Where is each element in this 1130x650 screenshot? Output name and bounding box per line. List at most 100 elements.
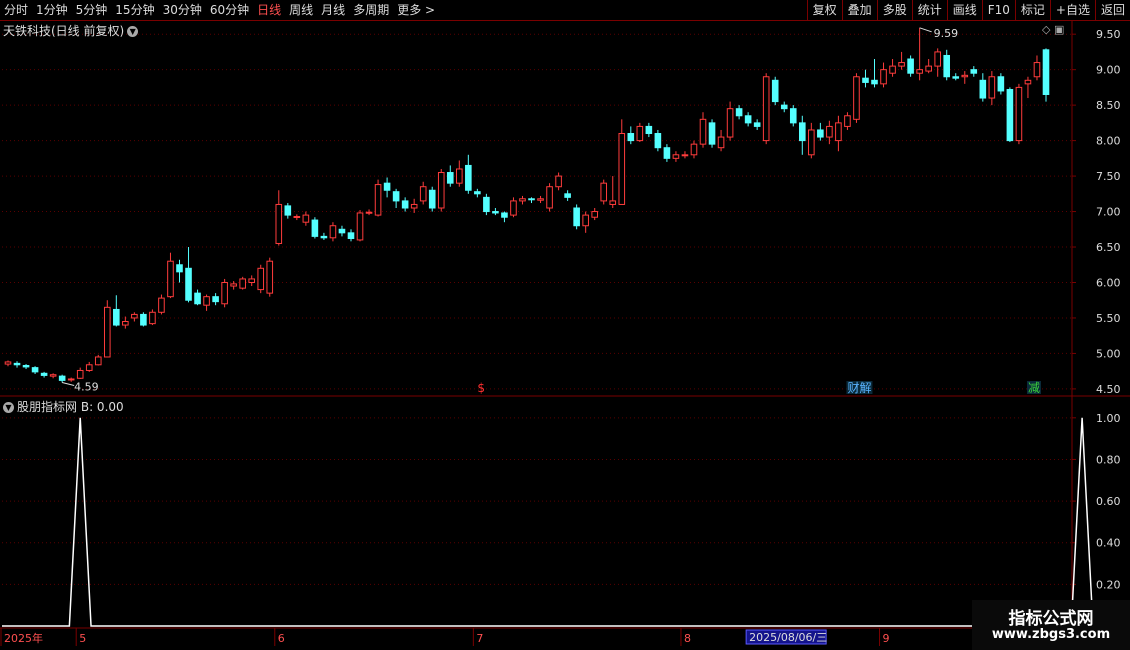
stats-button[interactable]: 统计 [911,0,947,20]
candle-body [131,313,138,319]
tab-period[interactable]: 周线 [285,0,317,20]
candle-body [483,196,490,213]
candle-body [528,198,535,201]
f10-button[interactable]: F10 [981,0,1015,20]
candle-body [889,65,896,74]
tab-period[interactable]: 15分钟 [111,0,158,20]
candle-body [735,108,743,117]
high-price-label: 9.59 [934,27,959,40]
time-axis-label: 5 [79,632,86,645]
time-axis-label: 2025年 [4,631,43,645]
candle-body [347,232,355,240]
tab-period-daily[interactable]: 日线 [253,0,285,20]
candle-body [302,214,310,223]
time-axis-label: 7 [476,632,483,645]
candle-body [573,207,580,227]
candle-body [798,122,806,142]
candle-body [1024,79,1032,85]
candle-body [365,211,373,214]
candle-body [636,125,644,142]
time-axis-label: 6 [278,632,285,645]
candle-body [672,154,680,159]
candle-body [997,76,1005,92]
back-button[interactable]: 返回 [1094,0,1130,20]
candle-body [275,203,283,244]
tab-period[interactable]: 分时 [0,0,32,20]
candle-body [618,133,626,205]
event-marker: 减 [1028,381,1040,395]
tab-period[interactable]: 1分钟 [32,0,72,20]
tab-period[interactable]: 多周期 [349,0,393,20]
candle-body [817,129,824,138]
indicator-value: B: 0.00 [80,400,124,414]
low-price-label: 4.59 [74,381,99,394]
price-tick-label: 5.00 [1096,347,1121,360]
indicator-name: 股朋指标网 [17,400,78,414]
candle-body [257,267,265,291]
candle-body [835,122,842,142]
candle-body [113,308,120,326]
tab-more[interactable]: 更多 > [393,0,439,20]
price-tick-label: 8.50 [1096,99,1121,112]
period-tabs: 分时 1分钟 5分钟 15分钟 30分钟 60分钟 日线 周线 月线 多周期 更… [0,0,439,20]
candle-body [76,369,84,379]
sub-chart-title: ▼ 股朋指标网 B: 0.00 [3,398,124,415]
time-axis-label: 9 [883,632,890,645]
main-chart-title: 天铁科技(日线 前复权) ▼ [3,22,139,39]
candle-body [311,219,319,237]
fuquan-button[interactable]: 复权 [806,0,842,20]
candle-body [501,212,508,218]
kline-chart-canvas[interactable]: 9.50 9.00 8.50 8.00 7.50 7.00 6.50 6.00 5.50 5.00… [0,0,1130,650]
tab-period[interactable]: 60分钟 [206,0,253,20]
tab-period[interactable]: 30分钟 [159,0,206,20]
mark-button[interactable]: 标记 [1014,0,1050,20]
candle-body [149,311,156,325]
candle-body [428,189,436,209]
price-tick-label: 9.50 [1096,28,1121,41]
candle-body [627,133,635,142]
candle-body [4,361,12,365]
candle-body [239,278,246,289]
diamond-icon[interactable]: ◇ [1042,23,1050,36]
price-tick-label: 7.50 [1096,170,1121,183]
candle-body [1042,49,1050,95]
candle-body [789,108,797,124]
candle-body [546,186,553,209]
indicator-tick-label: 0.80 [1096,453,1121,466]
tab-period[interactable]: 5分钟 [72,0,112,20]
candle-body [22,364,30,368]
chevron-down-icon[interactable]: ▼ [3,402,14,413]
candle-body [266,260,274,294]
candle-body [40,372,48,376]
draw-line-button[interactable]: 画线 [946,0,982,20]
candle-body [67,378,75,381]
candle-body [419,186,427,202]
candle-body [158,297,165,313]
candle-body [510,200,517,216]
add-watchlist-button[interactable]: +自选 [1049,0,1095,20]
candle-body [140,313,147,326]
candle-body [1006,89,1014,142]
candle-body [103,306,111,358]
candle-body [654,133,662,149]
candle-body [591,211,598,218]
price-tick-label: 7.00 [1096,206,1121,219]
panel-icon[interactable]: ▣ [1054,23,1064,36]
multi-stock-button[interactable]: 多股 [876,0,912,20]
candle-body [167,260,174,298]
candle-body [762,76,770,142]
candle-body [753,122,761,127]
tab-period[interactable]: 月线 [317,0,349,20]
cursor-date-label: 2025/08/06/三 [749,631,827,644]
overlay-button[interactable]: 叠加 [841,0,877,20]
price-tick-label: 6.50 [1096,241,1121,254]
candle-body [979,79,987,99]
candle-body [862,77,869,83]
candle-body [13,362,21,366]
time-axis-label: 8 [684,632,691,645]
candle-body [916,69,923,74]
chevron-down-icon[interactable]: ▼ [127,26,139,37]
candle-body [401,200,409,209]
candle-body [383,182,391,191]
candle-body [293,216,301,219]
